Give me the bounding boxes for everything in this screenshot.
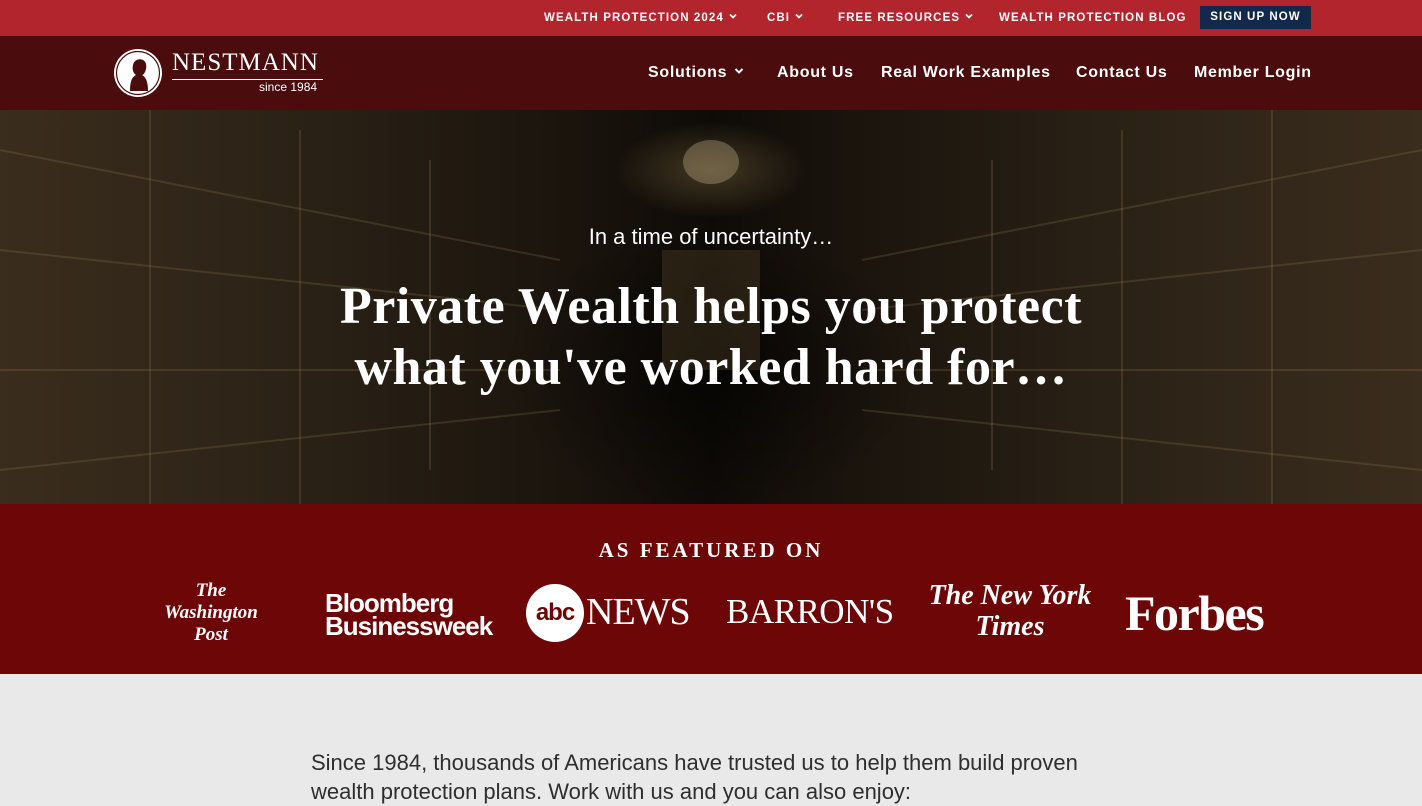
nav-item-solutions[interactable]: Solutions <box>648 36 745 110</box>
nav-item-real-work-examples[interactable]: Real Work Examples <box>881 36 1051 110</box>
topbar-item-label: WEALTH PROTECTION BLOG <box>999 12 1187 24</box>
nav-item-about-us[interactable]: About Us <box>777 36 854 110</box>
hero-subheadline: In a time of uncertainty… <box>588 224 834 249</box>
abc-news-logo: abc NEWS <box>526 584 698 642</box>
hero-headline-line-1: Private Wealth helps you protect <box>339 278 1083 335</box>
logo-wordmark: NESTMANN <box>172 49 319 76</box>
hero-banner: In a time of uncertainty… Private Wealth… <box>0 110 1422 504</box>
topbar-item-cbi[interactable]: CBI <box>767 0 804 36</box>
nestmann-logo[interactable]: NESTMANN since 1984 <box>112 47 342 101</box>
topbar-item-label: WEALTH PROTECTION 2024 <box>544 12 724 24</box>
washington-post-logo: The Washington Post <box>158 580 264 646</box>
abc-news-wordmark: NEWS <box>586 591 691 633</box>
topbar-item-wealth-protection-blog[interactable]: WEALTH PROTECTION BLOG <box>999 0 1187 36</box>
nav-item-label: Contact Us <box>1076 64 1168 81</box>
nav-item-contact-us[interactable]: Contact Us <box>1076 36 1167 110</box>
nav-item-label: Member Login <box>1194 64 1312 81</box>
sign-up-now-button[interactable]: SIGN UP NOW <box>1200 6 1311 29</box>
main-navigation: NESTMANN since 1984 Solutions About Us R… <box>0 36 1422 110</box>
hero-headline: Private Wealth helps you protect what yo… <box>211 276 1211 398</box>
forbes-logo: Forbes <box>1125 585 1265 641</box>
washington-post-logo-line: Washington <box>164 602 258 623</box>
chevron-down-icon <box>795 14 803 20</box>
topbar-item-wealth-protection-2024[interactable]: WEALTH PROTECTION 2024 <box>544 0 738 36</box>
topbar-item-free-resources[interactable]: FREE RESOURCES <box>838 0 974 36</box>
as-featured-on-section: AS FEATURED ON The Washington Post Bloom… <box>0 504 1422 674</box>
chevron-down-icon <box>734 68 744 75</box>
bloomberg-businessweek-logo: Bloomberg Businessweek <box>325 590 493 641</box>
nav-item-label: About Us <box>777 64 854 81</box>
topbar-item-label: FREE RESOURCES <box>838 12 961 24</box>
intro-paragraph: Since 1984, thousands of Americans have … <box>311 750 1078 804</box>
hero-headline-line-2: what you've worked hard for… <box>354 339 1068 396</box>
logo-since-text: since 1984 <box>259 80 318 94</box>
featured-title: AS FEATURED ON <box>598 538 824 562</box>
nav-item-member-login[interactable]: Member Login <box>1194 36 1312 110</box>
founder-portrait-emblem-icon <box>114 49 162 97</box>
new-york-times-logo: The New York Times <box>922 580 1098 642</box>
nav-item-label: Real Work Examples <box>881 64 1051 81</box>
topbar-item-label: CBI <box>767 12 791 24</box>
bloomberg-logo-line: Businessweek <box>325 611 493 641</box>
washington-post-logo-line: The <box>195 580 227 601</box>
chevron-down-icon <box>965 14 973 20</box>
abc-circle-mark: abc <box>526 584 584 642</box>
top-utility-bar: WEALTH PROTECTION 2024 CBI FREE RESOURCE… <box>0 0 1422 36</box>
barrons-logo: BARRON'S <box>726 592 894 631</box>
nav-item-label: Solutions <box>648 64 728 81</box>
nyt-logo-line: The New York <box>928 580 1092 611</box>
chevron-down-icon <box>729 14 737 20</box>
washington-post-logo-line: Post <box>194 624 228 645</box>
nyt-logo-line: Times <box>975 611 1045 642</box>
intro-section: Since 1984, thousands of Americans have … <box>0 674 1422 804</box>
